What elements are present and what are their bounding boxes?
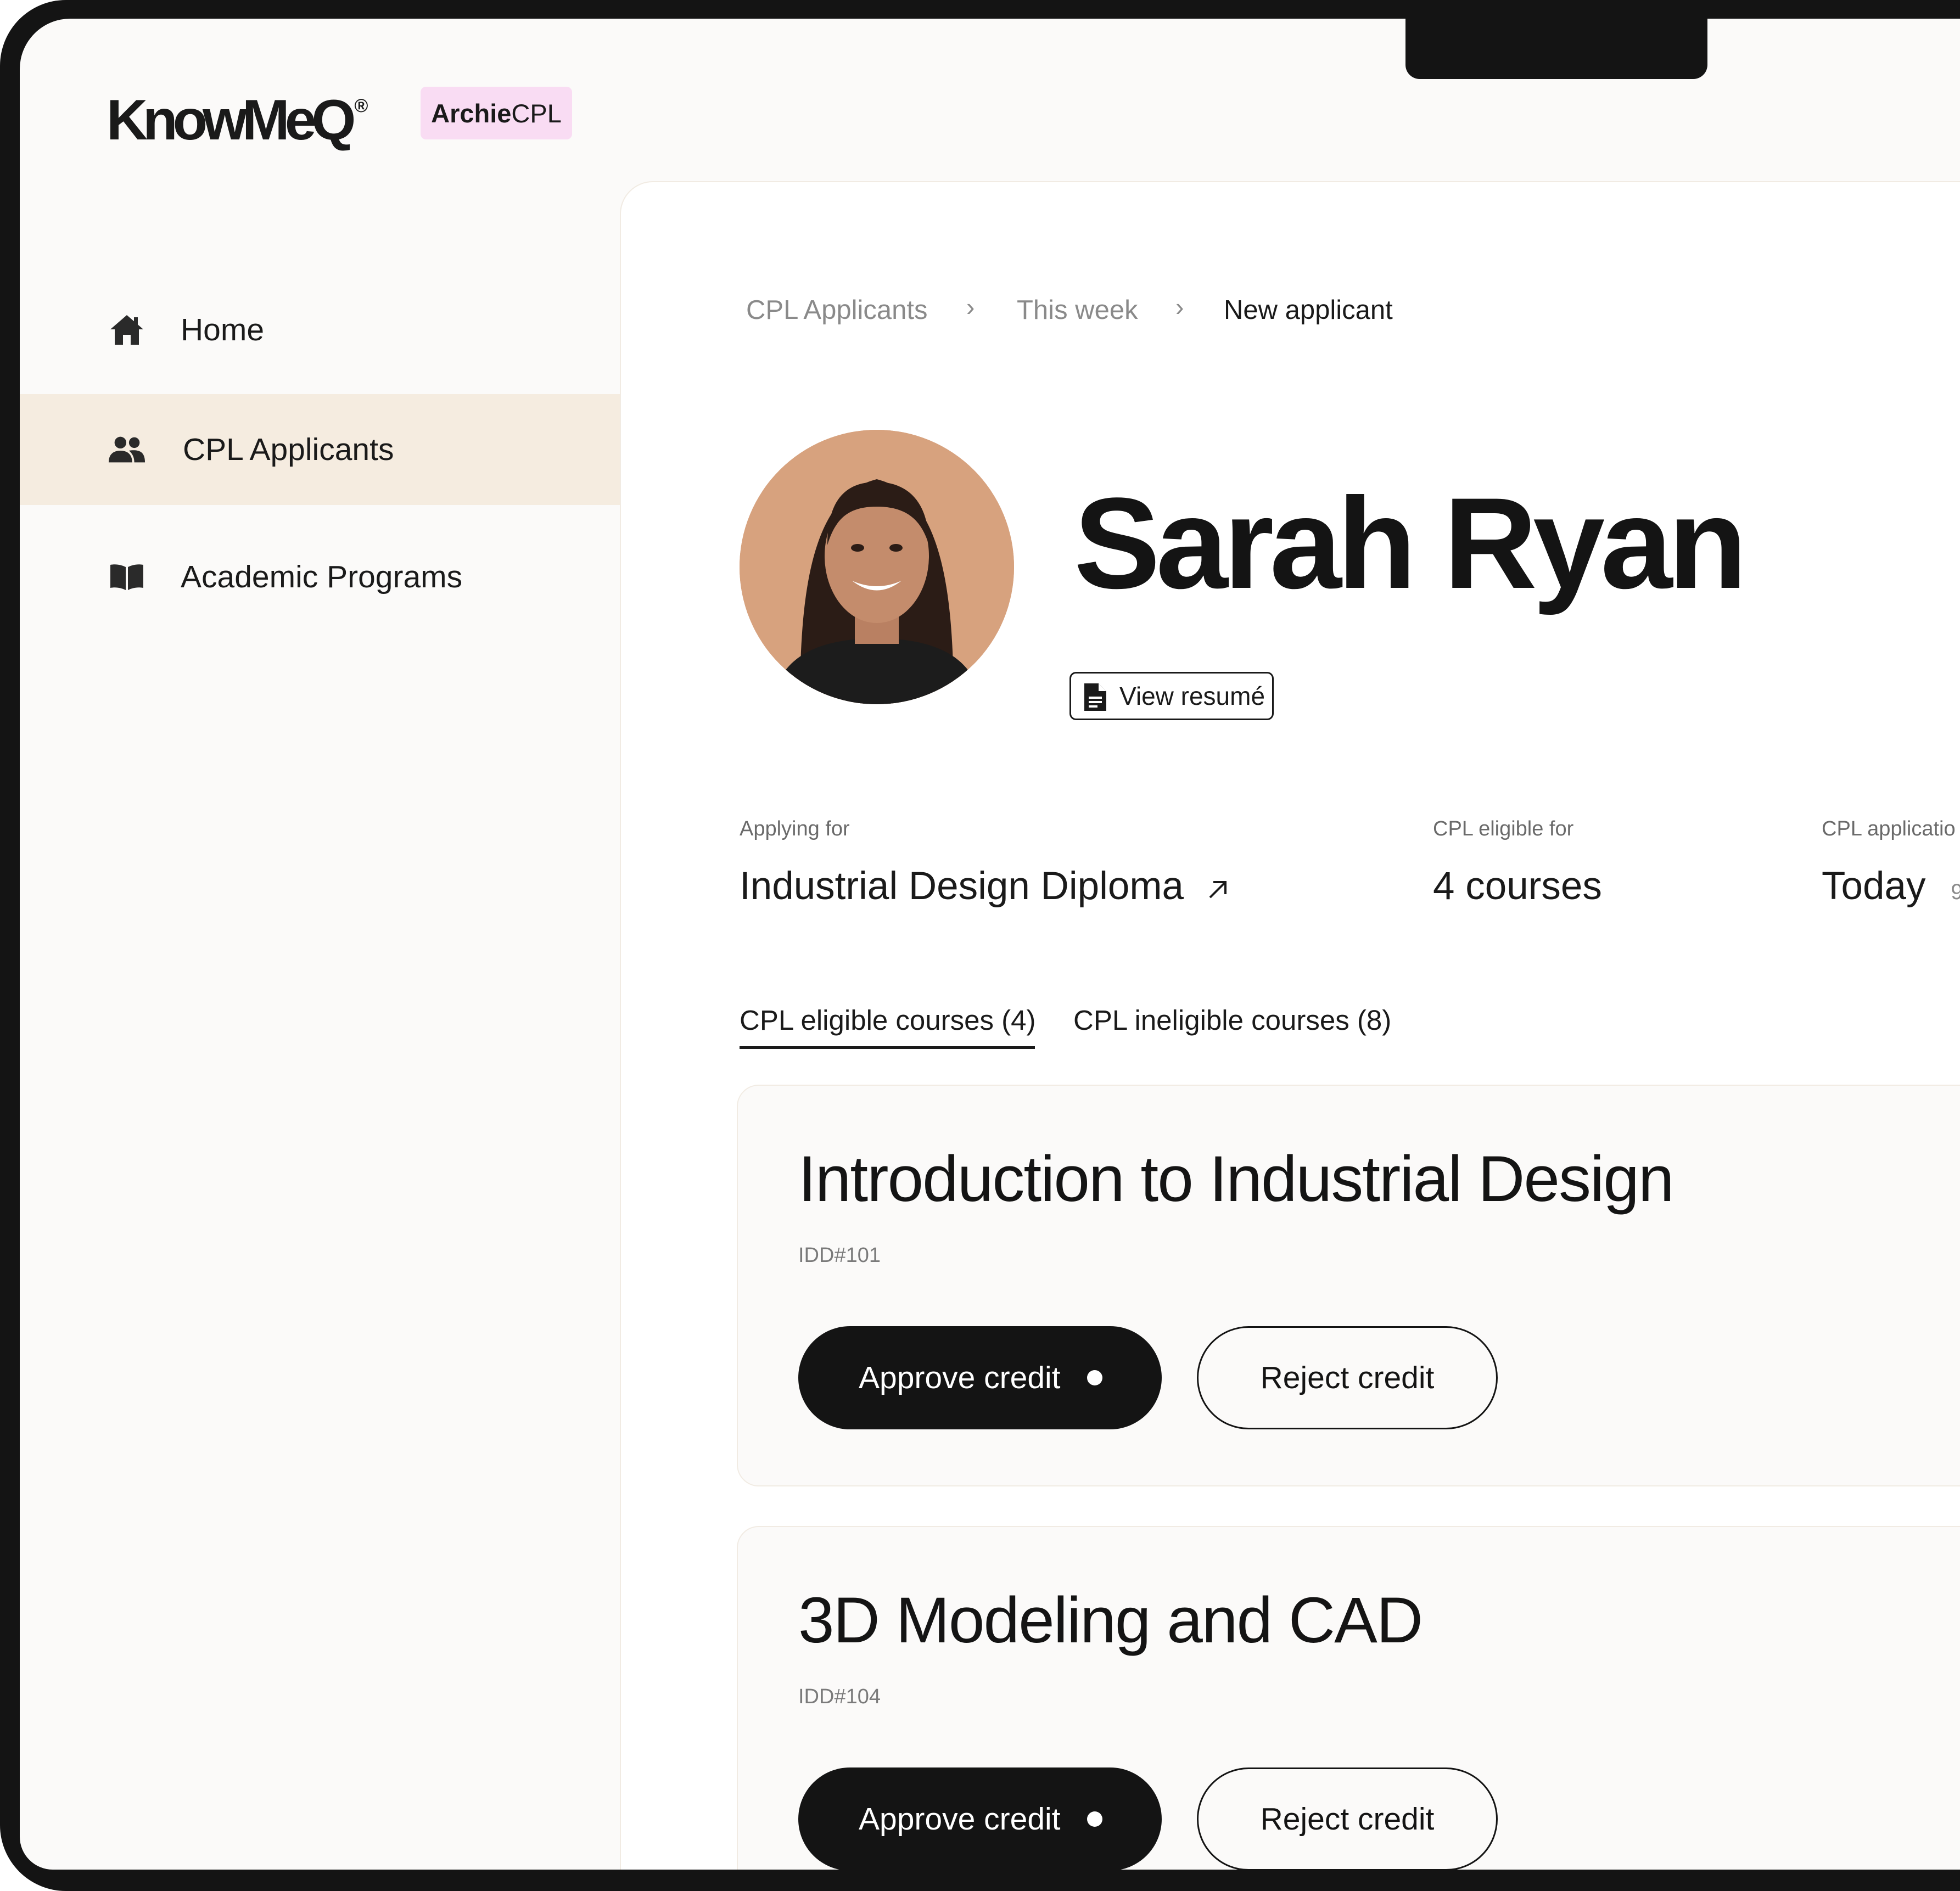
users-icon [108,430,146,469]
sidebar-item-home[interactable]: Home [20,274,621,385]
course-card: Introduction to Industrial Design IDD#10… [737,1085,1960,1486]
breadcrumb-current: New applicant [1224,295,1393,325]
course-card: 3D Modeling and CAD IDD#104 Approve cred… [737,1526,1960,1870]
reject-credit-label: Reject credit [1260,1802,1435,1837]
camera-notch [1405,19,1707,79]
home-icon [108,311,146,349]
application-label: CPL applicatio [1822,817,1956,840]
active-tab-indicator [740,1046,1035,1049]
reject-credit-button[interactable]: Reject credit [1197,1767,1498,1870]
device-frame: KnowMeQ ® Archie CPL Home CPL Applicants A… [0,0,1960,1891]
sidebar-item-label: Academic Programs [181,559,463,594]
course-title: Introduction to Industrial Design [798,1143,1674,1215]
applying-for-label: Applying for [740,817,850,840]
application-day: Today [1822,865,1926,908]
product-badge: Archie CPL [421,87,572,139]
chevron-right-icon: › [1175,293,1184,321]
status-dot-icon [1087,1811,1102,1827]
course-code: IDD#101 [798,1244,881,1267]
application-date: 9/ [1951,880,1960,904]
approve-credit-label: Approve credit [859,1802,1061,1837]
reject-credit-button[interactable]: Reject credit [1197,1326,1498,1429]
course-title: 3D Modeling and CAD [798,1584,1423,1657]
document-icon [1083,682,1107,718]
product-name-light: CPL [511,98,562,128]
registered-mark: ® [354,96,368,116]
approve-credit-label: Approve credit [859,1360,1061,1395]
breadcrumb-this-week[interactable]: This week [1017,295,1138,326]
sidebar-item-label: CPL Applicants [183,432,394,467]
applicant-name: Sarah Ryan [1074,471,1748,616]
view-resume-button[interactable]: View resumé [1069,672,1274,720]
tab-eligible-courses[interactable]: CPL eligible courses (4) [740,1004,1036,1036]
chevron-right-icon: › [966,293,975,321]
application-value: Today 9/ [1822,864,1960,908]
eligible-label: CPL eligible for [1433,817,1574,840]
book-open-icon [108,558,146,596]
approve-credit-button[interactable]: Approve credit [798,1326,1162,1429]
sidebar-item-label: Home [181,312,265,347]
status-dot-icon [1087,1370,1102,1385]
program-name: Industrial Design Diploma [740,865,1184,908]
view-resume-label: View resumé [1119,682,1265,710]
product-name-bold: Archie [431,98,512,128]
breadcrumb-cpl-applicants[interactable]: CPL Applicants [746,295,928,326]
knowmeq-logo: KnowMeQ ® [107,88,368,153]
sidebar-item-academic-programs[interactable]: Academic Programs [20,521,621,632]
program-link[interactable]: Industrial Design Diploma [740,864,1230,911]
course-code: IDD#104 [798,1685,881,1708]
logo-text: KnowMeQ [107,88,356,152]
reject-credit-label: Reject credit [1260,1360,1435,1395]
app-screen: KnowMeQ ® Archie CPL Home CPL Applicants A… [20,19,1960,1870]
eligible-value: 4 courses [1433,865,1602,908]
tab-ineligible-courses[interactable]: CPL ineligible courses (8) [1073,1004,1391,1036]
sidebar-item-cpl-applicants[interactable]: CPL Applicants [20,394,621,505]
avatar [740,430,1014,704]
external-arrow-icon [1206,867,1230,911]
approve-credit-button[interactable]: Approve credit [798,1767,1162,1870]
